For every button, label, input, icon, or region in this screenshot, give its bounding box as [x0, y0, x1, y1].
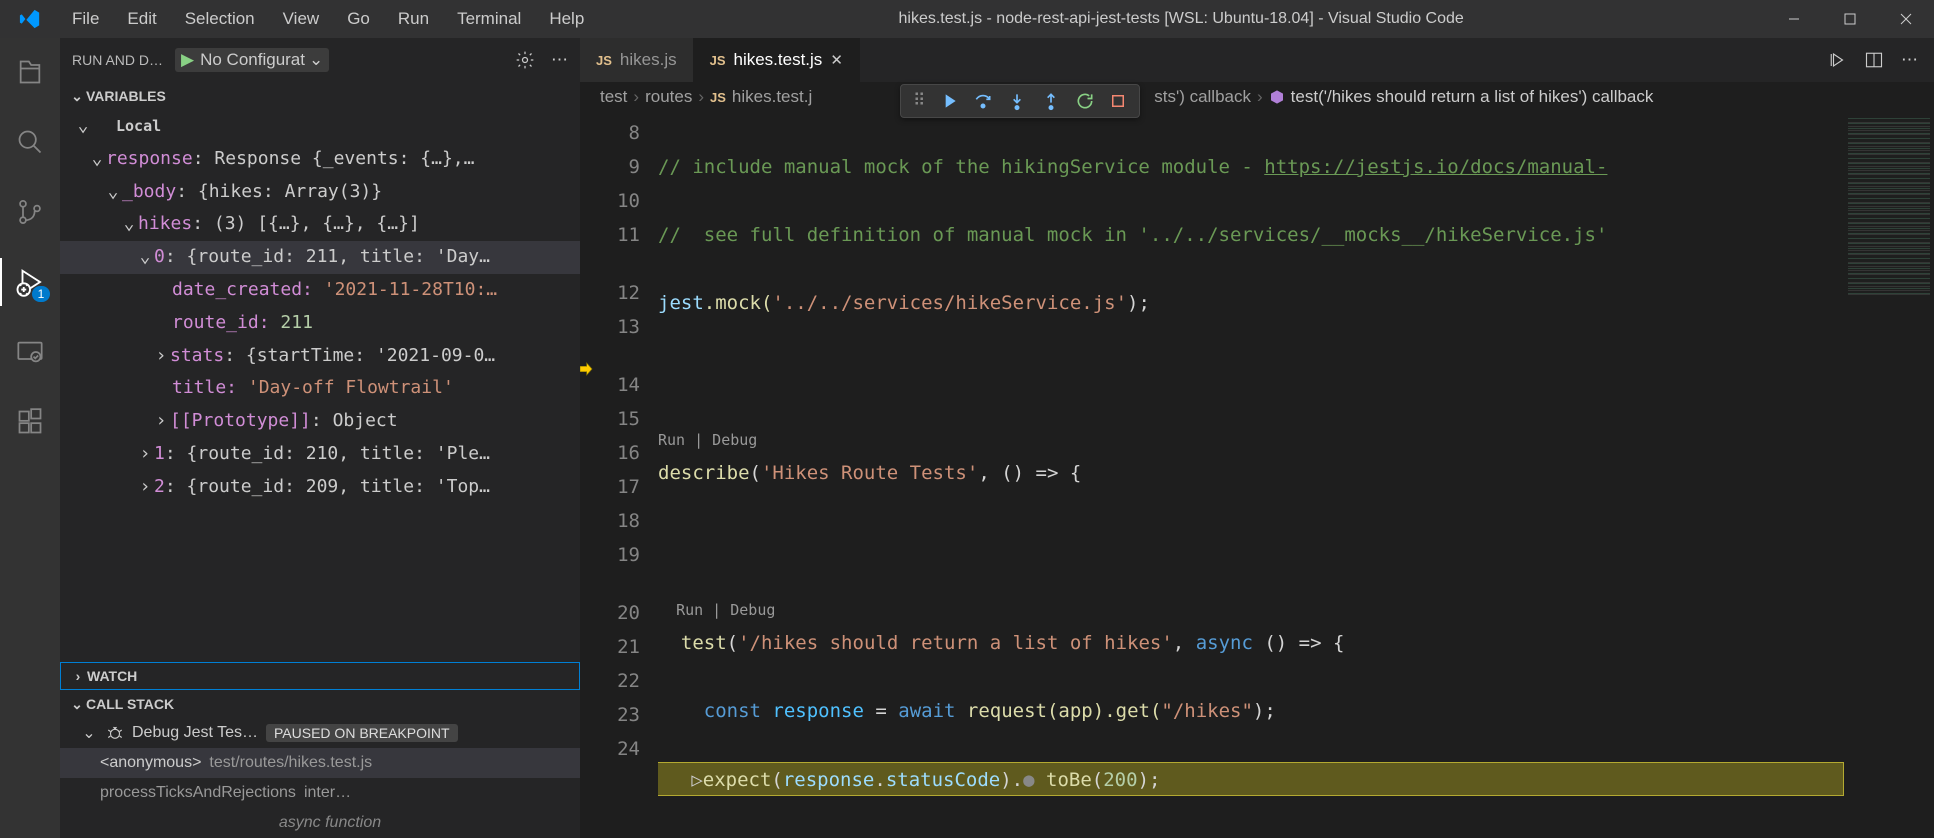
- bug-icon: [106, 724, 124, 742]
- continue-icon[interactable]: [939, 91, 959, 111]
- more-actions-icon[interactable]: ⋯: [1901, 50, 1918, 70]
- extensions-icon[interactable]: [0, 398, 60, 446]
- pause-status: PAUSED ON BREAKPOINT: [266, 724, 458, 742]
- run-debug-icon[interactable]: 1: [0, 258, 60, 306]
- codelens-run-debug[interactable]: Run | Debug: [658, 431, 757, 449]
- var-item-0[interactable]: ⌄0: {route_id: 211, title: 'Day…: [60, 241, 580, 274]
- code-editor[interactable]: 891011 1213 141516171819 2021222324 // i…: [580, 112, 1934, 838]
- debug-header: RUN AND D… ▶ No Configurat ⌄ ⋯: [60, 38, 580, 82]
- debug-badge: 1: [32, 286, 50, 302]
- debug-toolbar[interactable]: ⠿: [900, 84, 1140, 118]
- var-body[interactable]: ⌄_body: {hikes: Array(3)}: [60, 176, 580, 209]
- current-line-arrow-icon: [580, 360, 594, 378]
- close-button[interactable]: [1878, 0, 1934, 38]
- debug-config-selector[interactable]: ▶ No Configurat ⌄: [175, 48, 329, 72]
- explorer-icon[interactable]: [0, 48, 60, 96]
- split-editor-icon[interactable]: [1865, 51, 1883, 69]
- stack-frame-1-detail: async function: [60, 808, 580, 838]
- menu-edit[interactable]: Edit: [115, 5, 168, 33]
- more-icon[interactable]: ⋯: [551, 50, 568, 70]
- titlebar: File Edit Selection View Go Run Terminal…: [0, 0, 1934, 38]
- line-numbers: 891011 1213 141516171819 2021222324: [592, 112, 658, 838]
- window-title: hikes.test.js - node-rest-api-jest-tests…: [596, 10, 1766, 28]
- var-route-id[interactable]: route_id: 211: [60, 307, 580, 340]
- menu-run[interactable]: Run: [386, 5, 441, 33]
- maximize-button[interactable]: [1822, 0, 1878, 38]
- sidebar-title: RUN AND D…: [72, 52, 163, 68]
- chevron-down-icon[interactable]: ⌄: [309, 50, 323, 70]
- var-date-created[interactable]: date_created: '2021-11-28T10:…: [60, 274, 580, 307]
- step-into-icon[interactable]: [1007, 91, 1027, 111]
- var-response[interactable]: ⌄response: Response {_events: {…},…: [60, 143, 580, 176]
- menu-terminal[interactable]: Terminal: [445, 5, 533, 33]
- js-file-icon: JS: [710, 53, 726, 68]
- callstack-header[interactable]: ⌄CALL STACK: [60, 690, 580, 718]
- run-test-icon[interactable]: [1829, 51, 1847, 69]
- menu-file[interactable]: File: [60, 5, 111, 33]
- stack-frame-0[interactable]: <anonymous> test/routes/hikes.test.js: [60, 748, 580, 778]
- var-prototype[interactable]: ›[[Prototype]]: Object: [60, 405, 580, 438]
- scope-local[interactable]: Local: [92, 117, 161, 135]
- menu-help[interactable]: Help: [537, 5, 596, 33]
- run-and-debug-sidebar: RUN AND D… ▶ No Configurat ⌄ ⋯ ⌄VARIABLE…: [60, 38, 580, 838]
- gear-icon[interactable]: [515, 50, 535, 70]
- var-stats[interactable]: ›stats: {startTime: '2021-09-0…: [60, 340, 580, 373]
- debug-session[interactable]: ⌄ Debug Jest Tes… PAUSED ON BREAKPOINT: [60, 718, 580, 748]
- minimize-button[interactable]: [1766, 0, 1822, 38]
- menu-bar: File Edit Selection View Go Run Terminal…: [60, 5, 596, 33]
- minimap[interactable]: [1844, 112, 1934, 838]
- tab-bar: JShikes.js JShikes.test.js✕ ⋯: [580, 38, 1934, 82]
- var-item-1[interactable]: ›1: {route_id: 210, title: 'Ple…: [60, 438, 580, 471]
- tab-hikes-test-js[interactable]: JShikes.test.js✕: [694, 38, 860, 82]
- restart-icon[interactable]: [1075, 91, 1095, 111]
- stop-icon[interactable]: [1109, 92, 1127, 110]
- var-item-2[interactable]: ›2: {route_id: 209, title: 'Top…: [60, 471, 580, 504]
- source-control-icon[interactable]: [0, 188, 60, 236]
- menu-selection[interactable]: Selection: [173, 5, 267, 33]
- var-hikes[interactable]: ⌄hikes: (3) [{…}, {…}, {…}]: [60, 208, 580, 241]
- vscode-logo-icon: [0, 8, 60, 30]
- close-tab-icon[interactable]: ✕: [830, 51, 843, 69]
- tab-hikes-js[interactable]: JShikes.js: [580, 38, 694, 82]
- search-icon[interactable]: [0, 118, 60, 166]
- code-content[interactable]: // include manual mock of the hikingServ…: [658, 112, 1844, 838]
- var-title[interactable]: title: 'Day-off Flowtrail': [60, 372, 580, 405]
- js-file-icon: JS: [596, 53, 612, 68]
- editor-area: JShikes.js JShikes.test.js✕ ⋯ test› rout…: [580, 38, 1934, 838]
- activity-bar: 1: [0, 38, 60, 838]
- step-out-icon[interactable]: [1041, 91, 1061, 111]
- breadcrumb[interactable]: test› routes› JS hikes.test.j sts') call…: [580, 82, 1934, 112]
- glyph-margin: [580, 112, 592, 838]
- menu-go[interactable]: Go: [335, 5, 382, 33]
- stack-frame-1[interactable]: processTicksAndRejections inter…: [60, 778, 580, 808]
- start-debug-icon[interactable]: ▶: [181, 50, 194, 70]
- js-file-icon: JS: [710, 90, 726, 105]
- callstack-pane: ⌄ Debug Jest Tes… PAUSED ON BREAKPOINT <…: [60, 718, 580, 838]
- watch-header[interactable]: ›WATCH: [60, 662, 580, 690]
- variables-pane: ⌄Local ⌄response: Response {_events: {…}…: [60, 110, 580, 662]
- variables-header[interactable]: ⌄VARIABLES: [60, 82, 580, 110]
- step-over-icon[interactable]: [973, 91, 993, 111]
- drag-handle-icon[interactable]: ⠿: [913, 91, 925, 111]
- remote-explorer-icon[interactable]: [0, 328, 60, 376]
- config-name: No Configurat: [200, 50, 305, 70]
- method-icon: [1269, 89, 1285, 105]
- menu-view[interactable]: View: [271, 5, 332, 33]
- codelens-run-debug[interactable]: Run | Debug: [658, 601, 775, 619]
